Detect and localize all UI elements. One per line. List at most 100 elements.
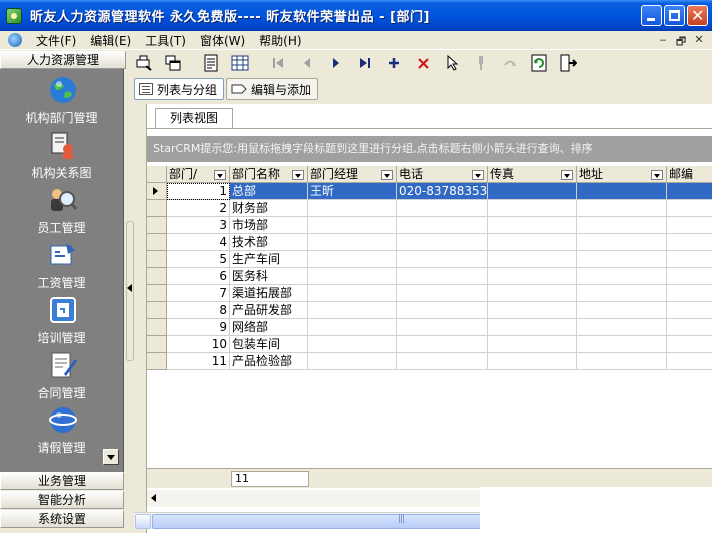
row-indicator[interactable] (147, 200, 167, 217)
menu-file[interactable]: 文件(F) (36, 32, 76, 49)
table-cell-manager[interactable]: 王昕 (308, 183, 397, 200)
nav-item-org-dept[interactable]: 机构部门管理 (0, 69, 123, 125)
table-row[interactable]: 9 网络部 (147, 319, 712, 336)
table-cell-zip[interactable] (667, 234, 712, 251)
table-cell-fax[interactable] (488, 217, 577, 234)
table-cell-fax[interactable] (488, 251, 577, 268)
pin-button[interactable] (471, 53, 491, 73)
table-cell-zip[interactable] (667, 336, 712, 353)
table-row[interactable]: 4 技术部 (147, 234, 712, 251)
table-cell-addr[interactable] (577, 302, 667, 319)
column-header-manager[interactable]: 部门经理 (308, 166, 397, 183)
menu-help[interactable]: 帮助(H) (259, 32, 301, 49)
column-header-dept-id[interactable]: 部门/ (167, 166, 230, 183)
report-button[interactable] (201, 53, 221, 73)
table-cell-phone[interactable] (397, 251, 488, 268)
maximize-button[interactable] (664, 5, 685, 26)
table-cell-id[interactable]: 5 (167, 251, 230, 268)
nav-group-analysis[interactable]: 智能分析 (0, 491, 124, 509)
table-cell-manager[interactable] (308, 319, 397, 336)
table-cell-id[interactable]: 6 (167, 268, 230, 285)
row-indicator[interactable] (147, 251, 167, 268)
table-cell-phone[interactable]: 020-83788353 (397, 183, 488, 200)
scroll-left-icon[interactable] (151, 494, 156, 502)
table-cell-addr[interactable] (577, 251, 667, 268)
table-row[interactable]: 11 产品检验部 (147, 353, 712, 370)
table-cell-id[interactable]: 7 (167, 285, 230, 302)
table-cell-zip[interactable] (667, 200, 712, 217)
table-cell-name[interactable]: 财务部 (230, 200, 308, 217)
dropdown-arrow-icon[interactable] (561, 170, 573, 180)
table-row[interactable]: 6 医务科 (147, 268, 712, 285)
row-indicator[interactable] (147, 285, 167, 302)
refresh-button[interactable] (529, 53, 549, 73)
table-cell-fax[interactable] (488, 183, 577, 200)
table-cell-zip[interactable] (667, 251, 712, 268)
table-cell-manager[interactable] (308, 251, 397, 268)
prev-record-button[interactable] (297, 53, 317, 73)
undo-button[interactable] (500, 53, 520, 73)
nav-scroll-down-button[interactable] (103, 449, 119, 465)
table-cell-name[interactable]: 生产车间 (230, 251, 308, 268)
nav-item-org-chart[interactable]: 机构关系图 (0, 124, 123, 180)
table-cell-name[interactable]: 市场部 (230, 217, 308, 234)
table-row[interactable]: 8 产品研发部 (147, 302, 712, 319)
table-cell-phone[interactable] (397, 302, 488, 319)
menu-tools[interactable]: 工具(T) (145, 32, 186, 49)
table-cell-addr[interactable] (577, 217, 667, 234)
table-cell-addr[interactable] (577, 268, 667, 285)
row-indicator[interactable] (147, 268, 167, 285)
table-cell-name[interactable]: 产品研发部 (230, 302, 308, 319)
table-cell-fax[interactable] (488, 353, 577, 370)
nav-item-leave[interactable]: 请假管理 (0, 399, 123, 455)
dropdown-arrow-icon[interactable] (292, 170, 304, 180)
table-cell-id[interactable]: 8 (167, 302, 230, 319)
nav-item-contract[interactable]: 合同管理 (0, 344, 123, 400)
table-cell-addr[interactable] (577, 183, 667, 200)
table-cell-phone[interactable] (397, 319, 488, 336)
table-cell-addr[interactable] (577, 285, 667, 302)
table-cell-name[interactable]: 包装车间 (230, 336, 308, 353)
nav-splitter[interactable] (126, 51, 134, 533)
table-cell-phone[interactable] (397, 217, 488, 234)
table-cell-name[interactable]: 产品检验部 (230, 353, 308, 370)
table-cell-addr[interactable] (577, 234, 667, 251)
column-header-phone[interactable]: 电话 (397, 166, 488, 183)
row-indicator[interactable] (147, 336, 167, 353)
table-row[interactable]: 7 渠道拓展部 (147, 285, 712, 302)
table-cell-id[interactable]: 11 (167, 353, 230, 370)
nav-item-training[interactable]: 培训管理 (0, 289, 123, 345)
table-cell-phone[interactable] (397, 336, 488, 353)
table-cell-addr[interactable] (577, 336, 667, 353)
table-cell-id[interactable]: 2 (167, 200, 230, 217)
table-row[interactable]: 5 生产车间 (147, 251, 712, 268)
row-indicator[interactable] (147, 217, 167, 234)
window-copy-button[interactable] (163, 53, 183, 73)
table-cell-zip[interactable] (667, 217, 712, 234)
table-row[interactable]: 2 财务部 (147, 200, 712, 217)
table-cell-id[interactable]: 9 (167, 319, 230, 336)
title-bar[interactable]: 昕友人力资源管理软件 永久免费版---- 昕友软件荣誉出品 - [部门] ✕ (0, 0, 712, 31)
next-record-button[interactable] (326, 53, 346, 73)
table-cell-manager[interactable] (308, 200, 397, 217)
mdi-close-button[interactable]: ✕ (692, 33, 706, 52)
table-cell-manager[interactable] (308, 353, 397, 370)
table-cell-name[interactable]: 总部 (230, 183, 308, 200)
dropdown-arrow-icon[interactable] (472, 170, 484, 180)
add-record-button[interactable] (384, 53, 404, 73)
table-cell-id[interactable]: 4 (167, 234, 230, 251)
tab-list-view[interactable]: 列表视图 (155, 108, 233, 128)
column-header-zip[interactable]: 邮编 (667, 166, 712, 183)
table-cell-phone[interactable] (397, 200, 488, 217)
group-by-area[interactable]: StarCRM提示您:用鼠标拖拽字段标题到这里进行分组,点击标题右侧小箭头进行查… (147, 136, 712, 162)
select-button[interactable] (442, 53, 462, 73)
table-cell-name[interactable]: 医务科 (230, 268, 308, 285)
table-cell-manager[interactable] (308, 336, 397, 353)
app-icon[interactable] (6, 7, 22, 24)
table-cell-manager[interactable] (308, 268, 397, 285)
nav-group-hr[interactable]: 人力资源管理 (0, 51, 126, 69)
dropdown-arrow-icon[interactable] (214, 170, 226, 180)
nav-group-settings[interactable]: 系统设置 (0, 510, 124, 528)
delete-record-button[interactable] (413, 53, 433, 73)
row-indicator[interactable] (147, 319, 167, 336)
